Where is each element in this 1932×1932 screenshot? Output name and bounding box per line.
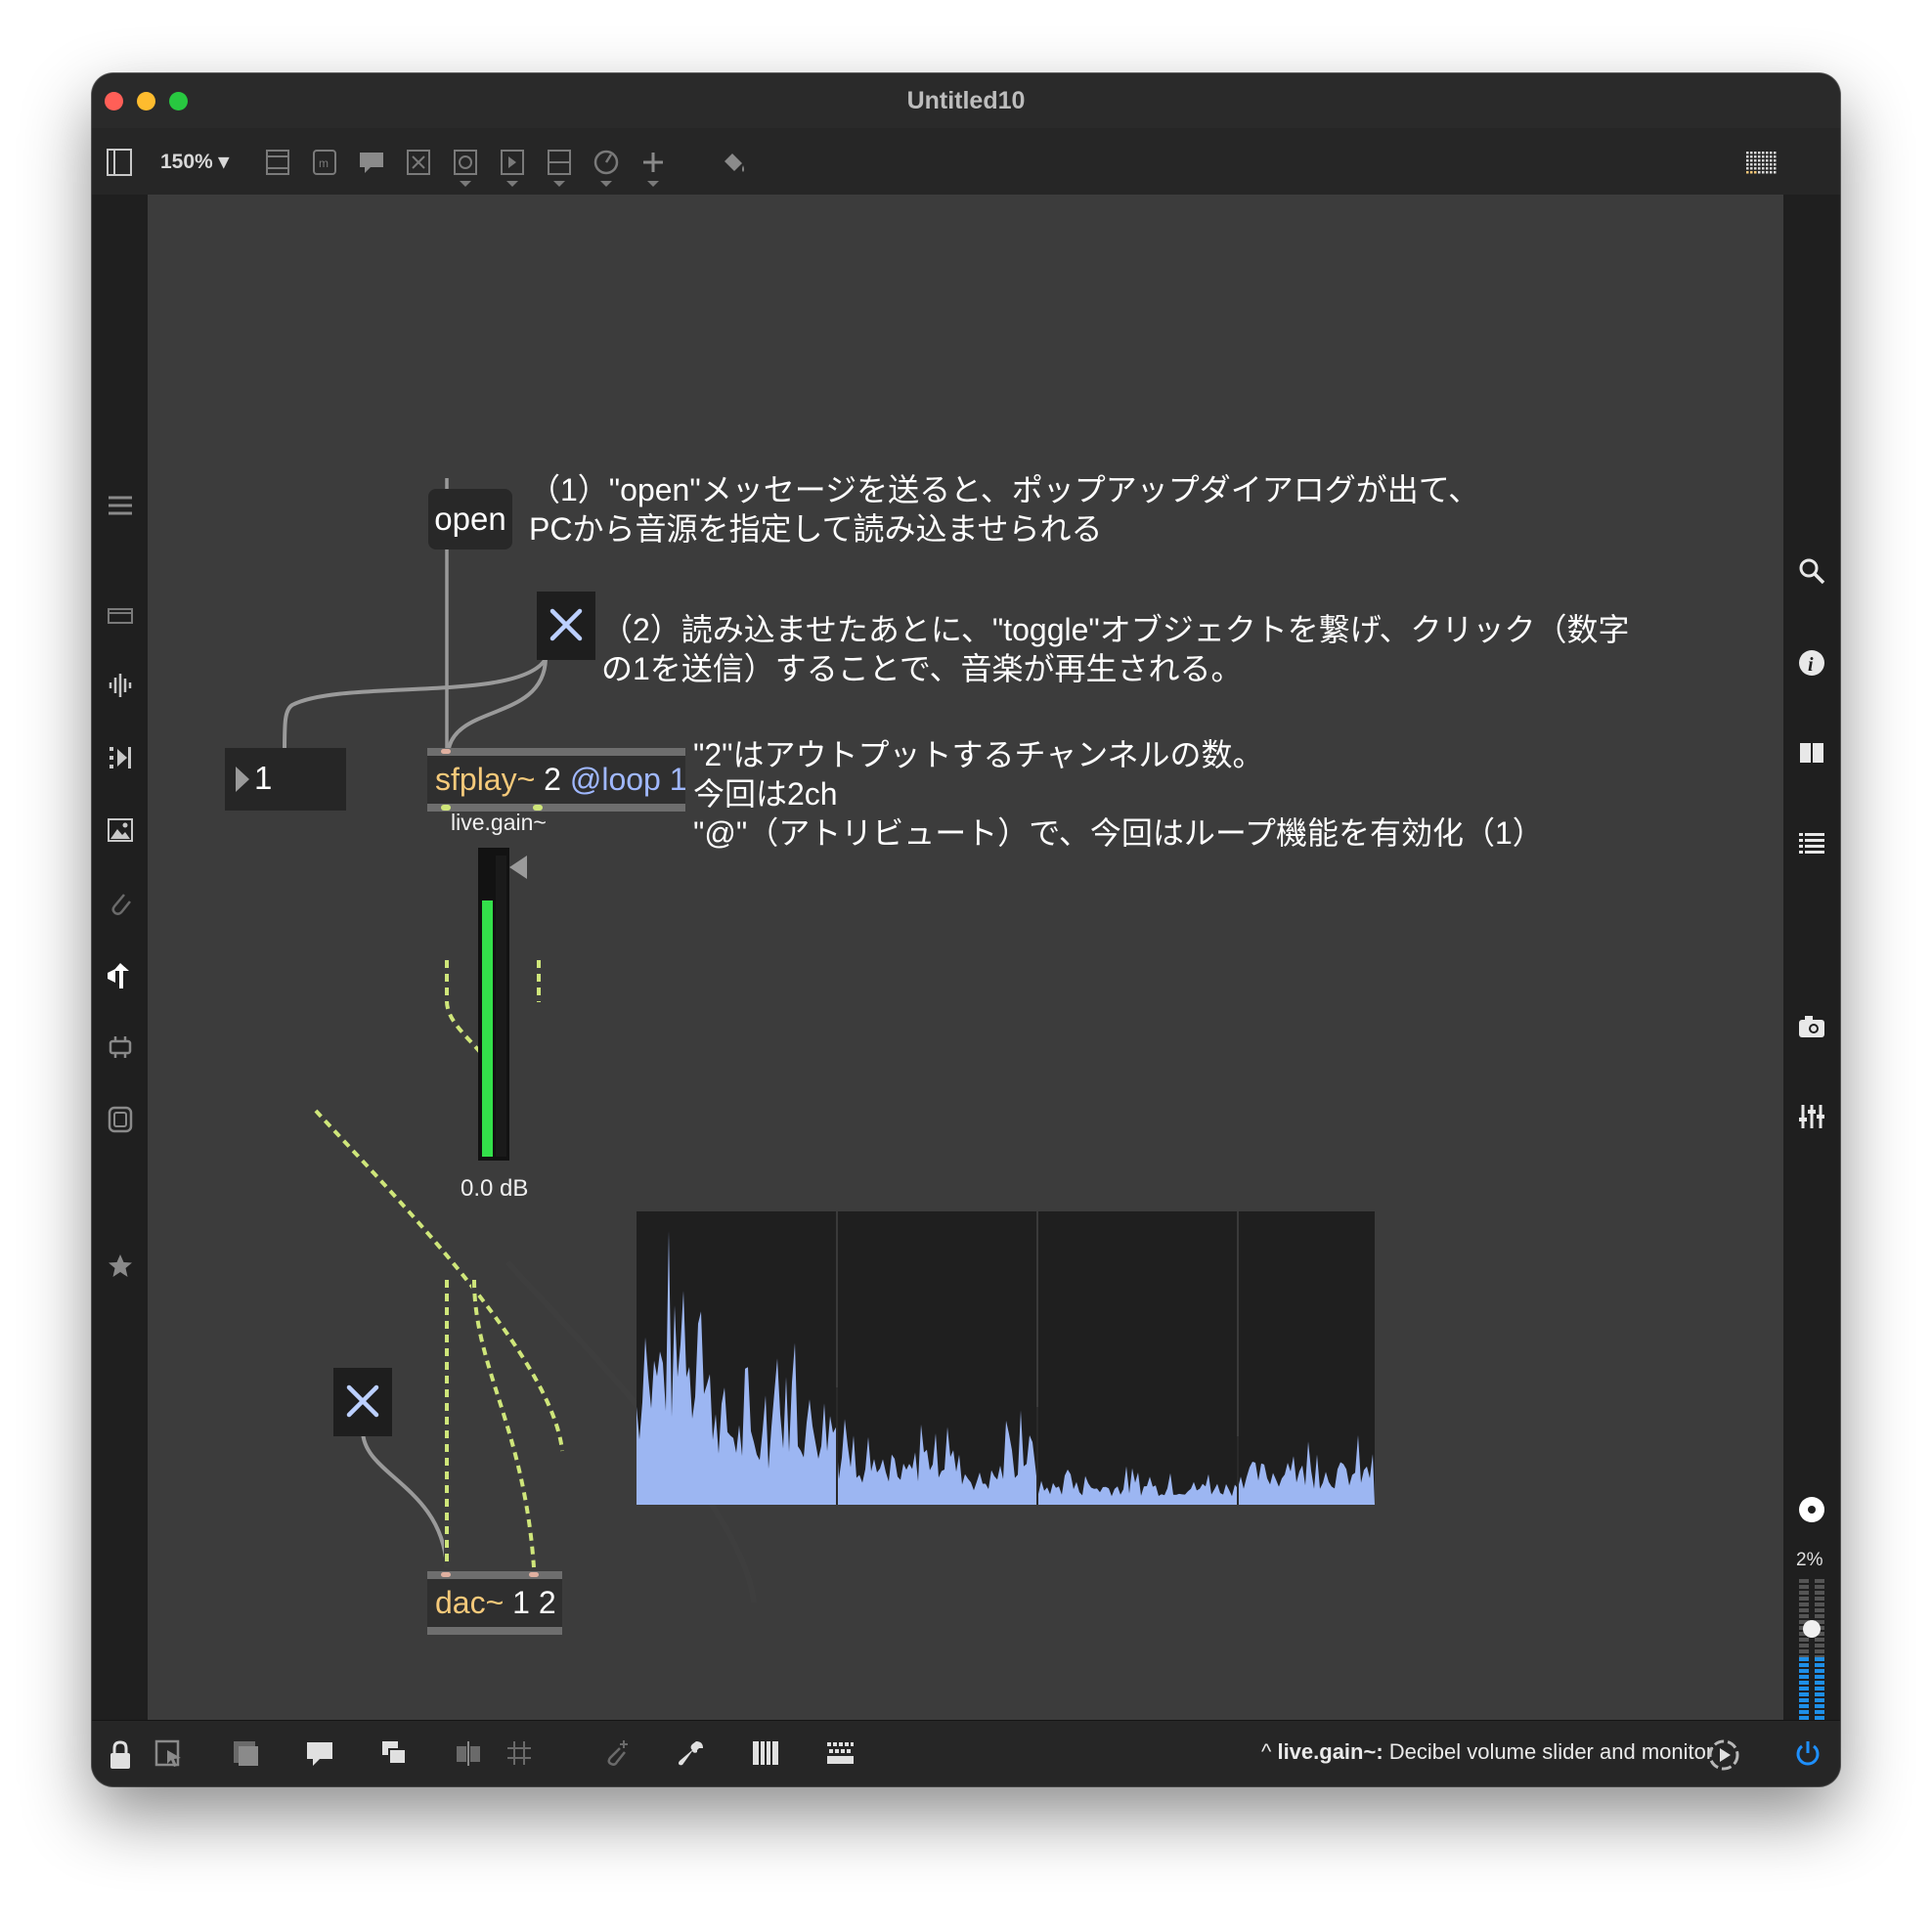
audio-toggle[interactable] bbox=[333, 1368, 392, 1436]
cpu-percent: 2% bbox=[1796, 1550, 1823, 1570]
grid-icon[interactable] bbox=[1744, 148, 1777, 179]
live-gain-value: 0.0 dB bbox=[461, 1175, 529, 1202]
svg-text:m: m bbox=[319, 156, 329, 170]
list-icon[interactable] bbox=[1796, 828, 1827, 859]
comment-open-instructions: （1）"open"メッセージを送ると、ポップアップダイアログが出て、 PCから音… bbox=[529, 472, 1480, 547]
output-volume-knob[interactable] bbox=[1803, 1620, 1821, 1638]
sfplay-attribute: @loop bbox=[569, 762, 661, 797]
background-layer-icon[interactable] bbox=[229, 1738, 262, 1772]
transport-play-icon[interactable] bbox=[1707, 1738, 1740, 1772]
plug-icon[interactable] bbox=[106, 1033, 135, 1063]
patcher-toolbar: 150% ▾ m bbox=[92, 128, 1840, 195]
sfplay-inlet[interactable] bbox=[441, 749, 451, 754]
dac-args: 1 2 bbox=[512, 1585, 556, 1620]
spectrum-waveform bbox=[637, 1211, 1375, 1505]
sfplay-args: 2 bbox=[544, 762, 561, 797]
spectroscope-display[interactable] bbox=[637, 1211, 1375, 1505]
gain-meter-right bbox=[496, 856, 506, 1157]
gain-meter-left bbox=[482, 900, 493, 1157]
audio-waveform-icon[interactable] bbox=[106, 672, 135, 701]
toggle-x-icon bbox=[346, 1384, 379, 1418]
reference-book-icon[interactable] bbox=[1796, 738, 1827, 769]
live-gain-slider[interactable] bbox=[478, 848, 527, 1161]
status-object: live.gain~: bbox=[1277, 1739, 1383, 1764]
window-title: Untitled10 bbox=[906, 87, 1026, 114]
right-sidebar: i 2% bbox=[1783, 195, 1840, 1786]
presentation-mode-icon[interactable] bbox=[153, 1738, 186, 1772]
comment-icon[interactable] bbox=[356, 148, 387, 179]
play-toggle[interactable] bbox=[537, 592, 595, 660]
open-message-label: open bbox=[434, 501, 506, 537]
left-sidebar bbox=[92, 195, 148, 1720]
dial-icon[interactable] bbox=[591, 148, 622, 187]
sfplay-outlet-left[interactable] bbox=[441, 805, 451, 811]
new-patch-cord-icon[interactable] bbox=[600, 1738, 634, 1772]
comment-toggle-instructions: （2）読み込ませたあとに、"toggle"オブジェクトを繋げ、クリック（数字 の… bbox=[601, 612, 1630, 686]
audio-status-icon[interactable] bbox=[1796, 1495, 1827, 1526]
packages-icon[interactable] bbox=[106, 961, 135, 990]
slider-icon[interactable] bbox=[544, 148, 575, 187]
grid-snap-icon[interactable] bbox=[503, 1738, 536, 1772]
number-value: 1 bbox=[254, 760, 273, 796]
status-prefix: ^ bbox=[1261, 1739, 1272, 1764]
toggle-icon[interactable] bbox=[403, 148, 434, 179]
comment-bubble-icon[interactable] bbox=[303, 1738, 336, 1772]
sfplay-name: sfplay~ bbox=[435, 762, 536, 797]
presentation-icon[interactable] bbox=[106, 601, 135, 631]
favorites-star-icon[interactable] bbox=[106, 1252, 135, 1282]
open-message-box[interactable]: open bbox=[428, 489, 512, 549]
sfplay-attribute-value: 1 bbox=[669, 762, 687, 797]
paint-bucket-icon[interactable] bbox=[718, 148, 749, 179]
number-triangle-icon bbox=[236, 767, 249, 792]
comment-sfplay-explanation: "2"はアウトプットするチャンネルの数。 今回は2ch "@"（アトリビュート）… bbox=[693, 737, 1544, 851]
wrench-icon[interactable] bbox=[675, 1738, 708, 1772]
patch-canvas[interactable]: open （1）"open"メッセージを送ると、ポップアップダイアログが出て、 … bbox=[148, 195, 1783, 1720]
add-icon[interactable] bbox=[637, 148, 669, 187]
image-icon[interactable] bbox=[106, 816, 135, 846]
message-icon[interactable]: m bbox=[309, 148, 340, 179]
snap-to-object-icon[interactable] bbox=[452, 1738, 485, 1772]
button-icon[interactable] bbox=[450, 148, 481, 187]
dac-name: dac~ bbox=[435, 1585, 505, 1620]
number-box[interactable]: 1 bbox=[225, 748, 346, 811]
search-icon[interactable] bbox=[1796, 556, 1827, 588]
device-icon[interactable] bbox=[106, 1106, 135, 1135]
number-icon[interactable] bbox=[497, 148, 528, 187]
menu-icon[interactable] bbox=[106, 492, 135, 521]
status-hint: ^ live.gain~: Decibel volume slider and … bbox=[1261, 1739, 1713, 1765]
dac-inlet-right[interactable] bbox=[529, 1572, 539, 1577]
gain-indicator-icon bbox=[509, 856, 527, 879]
sfplay-object[interactable]: sfplay~ 2 @loop 1 bbox=[427, 748, 687, 812]
keyboard-icon[interactable] bbox=[749, 1738, 782, 1772]
app-window: Untitled10 150% ▾ m open （1）"open"メッセージを… bbox=[92, 73, 1840, 1786]
live-gain-label: live.gain~ bbox=[451, 810, 547, 835]
dac-inlet-left[interactable] bbox=[441, 1572, 451, 1577]
lock-icon[interactable] bbox=[104, 1738, 137, 1772]
info-icon[interactable]: i bbox=[1796, 648, 1827, 680]
newobject-icon[interactable] bbox=[262, 148, 293, 179]
svg-text:i: i bbox=[1808, 654, 1814, 676]
mixer-sliders-icon[interactable] bbox=[1796, 1102, 1827, 1133]
status-description: Decibel volume slider and monitor bbox=[1388, 1739, 1714, 1764]
window-layers-icon[interactable] bbox=[377, 1738, 411, 1772]
audio-power-icon[interactable] bbox=[1791, 1738, 1824, 1772]
sidebar-toggle-icon[interactable] bbox=[104, 148, 135, 179]
toggle-x-icon bbox=[549, 608, 583, 641]
sequencer-icon[interactable] bbox=[106, 744, 135, 773]
zoom-menu[interactable]: 150% ▾ bbox=[160, 150, 229, 174]
computer-keyboard-icon[interactable] bbox=[823, 1738, 856, 1772]
paperclip-icon[interactable] bbox=[106, 889, 135, 918]
snapshot-camera-icon[interactable] bbox=[1796, 1012, 1827, 1043]
title-bar: Untitled10 bbox=[92, 73, 1840, 129]
dac-object[interactable]: dac~ 1 2 bbox=[427, 1571, 562, 1635]
bottom-toolbar: ^ live.gain~: Decibel volume slider and … bbox=[92, 1720, 1840, 1786]
